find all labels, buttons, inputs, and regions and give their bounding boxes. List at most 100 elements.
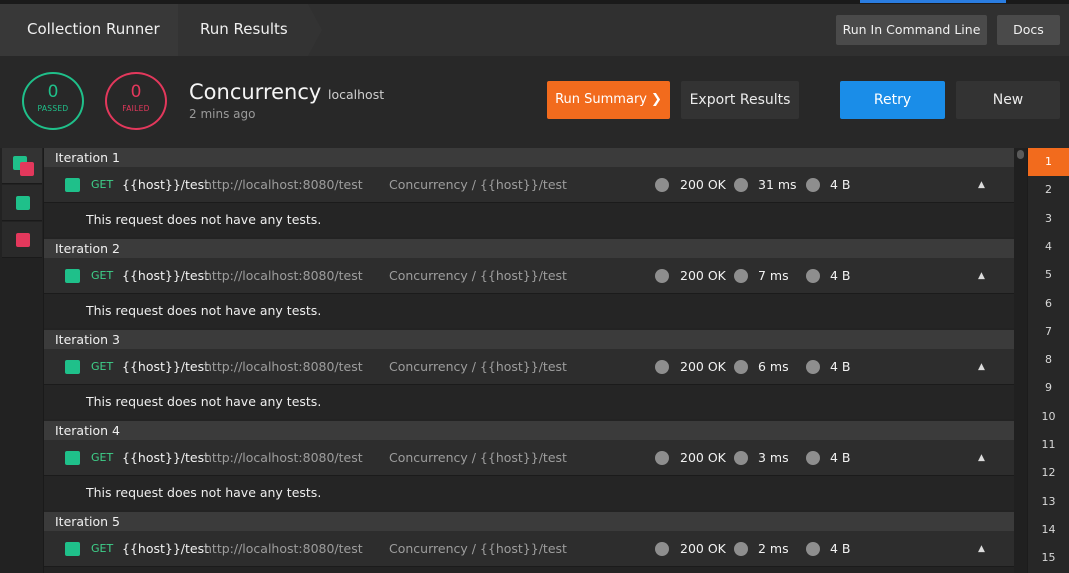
response-time: 7 ms — [758, 268, 789, 283]
request-url: http://localhost:8080/test — [204, 268, 363, 283]
request-row[interactable]: GET {{host}}/test http://localhost:8080/… — [44, 167, 1014, 203]
response-status: 200 OK — [680, 177, 726, 192]
response-time: 31 ms — [758, 177, 797, 192]
no-tests-message: This request does not have any tests. — [44, 476, 1014, 510]
request-row[interactable]: GET {{host}}/test http://localhost:8080/… — [44, 258, 1014, 294]
iteration-number-7[interactable]: 7 — [1028, 318, 1069, 346]
filter-all[interactable] — [2, 148, 42, 184]
response-size: 4 B — [830, 177, 851, 192]
passed-label: PASSED — [37, 104, 69, 113]
passed-counter: 0 PASSED — [22, 72, 84, 130]
response-status: 200 OK — [680, 268, 726, 283]
status-code-icon — [655, 269, 669, 283]
iteration-number-2[interactable]: 2 — [1028, 176, 1069, 204]
run-in-command-line-button[interactable]: Run In Command Line — [836, 15, 987, 45]
iteration-number-12[interactable]: 12 — [1028, 459, 1069, 487]
response-size: 4 B — [830, 359, 851, 374]
response-time: 3 ms — [758, 450, 789, 465]
request-name: {{host}}/test — [122, 268, 210, 283]
pass-status-icon — [65, 451, 80, 465]
status-code-icon — [655, 451, 669, 465]
response-status: 200 OK — [680, 450, 726, 465]
no-tests-message: This request does not have any tests. — [44, 294, 1014, 328]
response-time-icon — [734, 269, 748, 283]
iteration-number-13[interactable]: 13 — [1028, 488, 1069, 516]
response-time: 6 ms — [758, 359, 789, 374]
iteration-number-10[interactable]: 10 — [1028, 403, 1069, 431]
request-url: http://localhost:8080/test — [204, 177, 363, 192]
failed-label: FAILED — [122, 104, 150, 113]
result-filter-bar — [0, 148, 44, 573]
response-size: 4 B — [830, 450, 851, 465]
collapse-caret-icon[interactable]: ▲ — [978, 440, 985, 476]
request-path: Concurrency / {{host}}/test — [389, 268, 567, 283]
scrollbar-thumb[interactable] — [1017, 150, 1024, 159]
passed-count: 0 — [47, 82, 59, 102]
iteration-number-6[interactable]: 6 — [1028, 290, 1069, 318]
response-size-icon — [806, 360, 820, 374]
results-list: Iteration 1 GET {{host}}/test http://loc… — [44, 148, 1014, 573]
filter-passed[interactable] — [2, 185, 42, 221]
request-path: Concurrency / {{host}}/test — [389, 359, 567, 374]
request-row[interactable]: GET {{host}}/test http://localhost:8080/… — [44, 440, 1014, 476]
request-name: {{host}}/test — [122, 541, 210, 556]
response-time-icon — [734, 451, 748, 465]
iteration-number-3[interactable]: 3 — [1028, 205, 1069, 233]
request-row[interactable]: GET {{host}}/test http://localhost:8080/… — [44, 349, 1014, 385]
failed-counter: 0 FAILED — [105, 72, 167, 130]
chevron-right-icon: ❯ — [650, 92, 662, 107]
iteration-number-1[interactable]: 1 — [1028, 148, 1069, 176]
retry-button[interactable]: Retry — [840, 81, 945, 119]
no-tests-message: This request does not have any tests. — [44, 203, 1014, 237]
request-method: GET — [91, 178, 114, 191]
response-time-icon — [734, 542, 748, 556]
response-time-icon — [734, 178, 748, 192]
request-url: http://localhost:8080/test — [204, 450, 363, 465]
response-time-icon — [734, 360, 748, 374]
top-bar: Collection Runner Run Results Run In Com… — [0, 0, 1069, 56]
pass-status-icon — [65, 360, 80, 374]
response-status: 200 OK — [680, 359, 726, 374]
request-method: GET — [91, 542, 114, 555]
run-title: Concurrency — [189, 80, 322, 104]
request-method: GET — [91, 269, 114, 282]
iteration-number-4[interactable]: 4 — [1028, 233, 1069, 261]
docs-button[interactable]: Docs — [997, 15, 1060, 45]
request-name: {{host}}/test — [122, 450, 210, 465]
response-size-icon — [806, 542, 820, 556]
response-time: 2 ms — [758, 541, 789, 556]
iteration-header: Iteration 2 — [44, 239, 1014, 258]
collapse-caret-icon[interactable]: ▲ — [978, 531, 985, 567]
results-scrollbar[interactable] — [1014, 148, 1027, 573]
response-size: 4 B — [830, 268, 851, 283]
status-code-icon — [655, 360, 669, 374]
request-method: GET — [91, 451, 114, 464]
request-path: Concurrency / {{host}}/test — [389, 541, 567, 556]
breadcrumb-collection-runner[interactable]: Collection Runner — [0, 4, 192, 56]
response-size-icon — [806, 269, 820, 283]
iteration-number-5[interactable]: 5 — [1028, 261, 1069, 289]
collapse-caret-icon[interactable]: ▲ — [978, 258, 985, 294]
new-button[interactable]: New — [956, 81, 1060, 119]
response-status: 200 OK — [680, 541, 726, 556]
request-url: http://localhost:8080/test — [204, 359, 363, 374]
request-name: {{host}}/test — [122, 359, 210, 374]
collapse-caret-icon[interactable]: ▲ — [978, 349, 985, 385]
iteration-number-15[interactable]: 15 — [1028, 544, 1069, 572]
run-summary-label: Run Summary — [555, 92, 647, 107]
breadcrumb-run-results[interactable]: Run Results — [178, 4, 322, 56]
iteration-number-11[interactable]: 11 — [1028, 431, 1069, 459]
filter-failed[interactable] — [2, 222, 42, 258]
pass-status-icon — [65, 542, 80, 556]
iteration-number-14[interactable]: 14 — [1028, 516, 1069, 544]
collapse-caret-icon[interactable]: ▲ — [978, 167, 985, 203]
export-results-button[interactable]: Export Results — [681, 81, 799, 119]
run-summary-button[interactable]: Run Summary ❯ — [547, 81, 670, 119]
iteration-number-8[interactable]: 8 — [1028, 346, 1069, 374]
iteration-number-9[interactable]: 9 — [1028, 374, 1069, 402]
request-method: GET — [91, 360, 114, 373]
all-results-icon-overlay — [20, 162, 34, 176]
response-size-icon — [806, 451, 820, 465]
iteration-navigator: 1 2 3 4 5 6 7 8 9 10 11 12 13 14 15 — [1028, 148, 1069, 573]
request-row[interactable]: GET {{host}}/test http://localhost:8080/… — [44, 531, 1014, 567]
